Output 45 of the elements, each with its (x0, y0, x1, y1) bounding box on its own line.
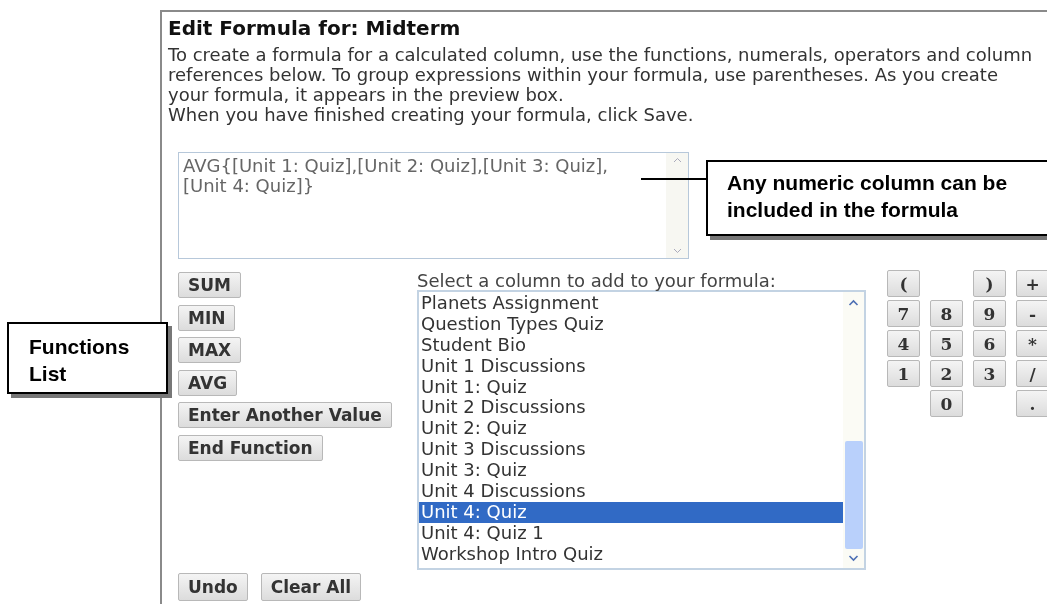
leader-line (641, 178, 706, 180)
keypad-key[interactable]: - (1016, 300, 1047, 327)
keypad-key[interactable]: 1 (887, 360, 920, 387)
keypad-key[interactable]: * (1016, 330, 1047, 357)
keypad-key[interactable]: 8 (930, 300, 963, 327)
function-button[interactable]: End Function (178, 434, 323, 461)
keypad-key[interactable]: 3 (973, 360, 1006, 387)
list-item[interactable]: Question Types Quiz (419, 313, 843, 335)
list-item[interactable]: Unit 4 Discussions (419, 481, 843, 502)
keypad-key[interactable]: + (1016, 270, 1047, 297)
function-button[interactable]: MAX (178, 337, 242, 363)
keypad-key[interactable]: 7 (887, 300, 920, 327)
action-button[interactable]: Clear All (260, 573, 362, 601)
list-item[interactable]: Unit 2 Discussions (419, 397, 843, 419)
function-button[interactable]: Enter Another Value (178, 402, 392, 428)
list-item[interactable]: Unit 3: Quiz (419, 460, 843, 481)
dialog-title: Edit Formula for: Midterm (168, 16, 462, 40)
function-button[interactable]: SUM (178, 272, 241, 298)
keypad-key[interactable]: 6 (973, 330, 1006, 357)
keypad-key[interactable]: ) (973, 270, 1006, 297)
list-item[interactable]: Planets Assignment (419, 293, 843, 314)
list-item[interactable]: Unit 1: Quiz (419, 376, 843, 398)
function-button[interactable]: MIN (178, 304, 236, 331)
list-item[interactable]: Unit 3 Discussions (419, 439, 843, 461)
keypad-key[interactable]: / (1016, 360, 1047, 387)
list-item[interactable]: Unit 4: Quiz 1 (419, 522, 843, 544)
keypad-key[interactable]: . (1016, 390, 1047, 417)
keypad-key[interactable]: 5 (930, 330, 963, 357)
keypad-key[interactable]: 0 (930, 390, 963, 417)
list-item[interactable]: Unit 1 Discussions (419, 355, 843, 377)
instruction-text: To create a formula for a calculated column, use the functions, numerals, operators and column references below. To group expressions within your formula, use parentheses. As you create your formula, it appears in the preview box. (168, 45, 1034, 105)
action-button[interactable]: Undo (178, 573, 248, 601)
instruction-text: When you have finished creating your formula, click Save. (168, 105, 695, 125)
list-item[interactable]: Workshop Intro Quiz (419, 543, 843, 565)
keypad-key[interactable]: 9 (973, 300, 1006, 327)
function-button[interactable]: AVG (178, 369, 238, 396)
keypad-key[interactable]: 4 (887, 330, 920, 357)
keypad-key[interactable]: ( (887, 270, 920, 297)
list-label: Select a column to add to your formula: (417, 272, 777, 290)
list-item[interactable]: Unit 4: Quiz (419, 501, 843, 523)
column-listbox[interactable] (417, 290, 866, 570)
keypad-key[interactable]: 2 (930, 360, 963, 387)
list-item[interactable]: Student Bio (419, 334, 843, 356)
scrollbar-thumb[interactable] (844, 441, 863, 549)
list-item[interactable]: Unit 2: Quiz (419, 418, 843, 440)
